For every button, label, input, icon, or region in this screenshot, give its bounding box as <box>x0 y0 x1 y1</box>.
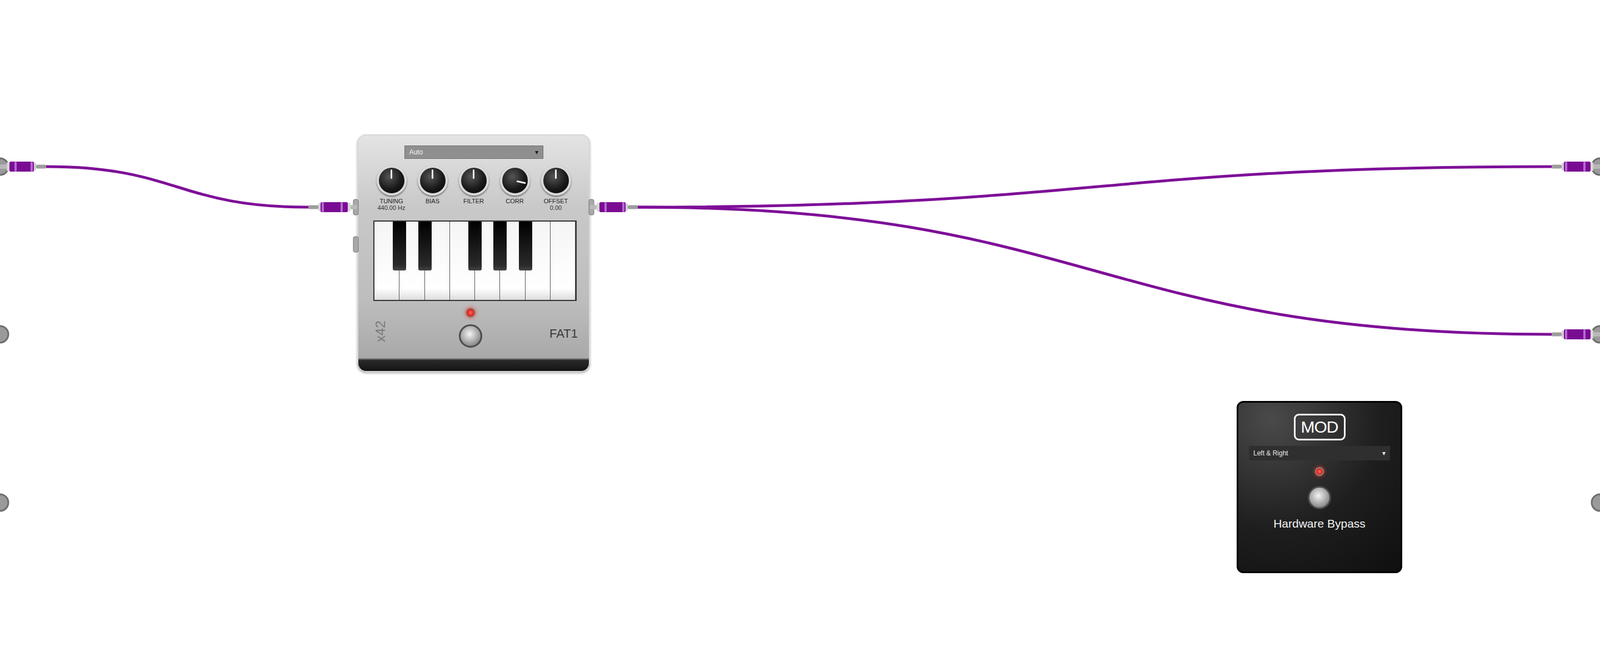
input-jack-icon[interactable] <box>0 326 9 343</box>
white-key[interactable] <box>550 221 576 300</box>
cable-plug-icon[interactable] <box>1551 161 1600 172</box>
output-jack-icon[interactable] <box>1591 494 1600 512</box>
black-key[interactable] <box>493 221 507 271</box>
black-key[interactable] <box>518 221 533 271</box>
cable-plug-icon[interactable] <box>308 202 358 213</box>
pedalboard-canvas: Auto▾ TUNING440.00 Hz BIAS FILTER CORR OFFSET… <box>0 0 1600 672</box>
knob-control[interactable]: FILTER <box>457 165 490 212</box>
knob-icon[interactable] <box>417 165 448 196</box>
output-jack-icon[interactable] <box>1591 326 1600 343</box>
black-key[interactable] <box>392 221 407 271</box>
knob-label: BIAS <box>425 197 440 205</box>
knob-row: TUNING440.00 Hz BIAS FILTER CORR OFFSET0.00 <box>375 165 573 212</box>
knob-control[interactable]: OFFSET0.00 <box>540 165 573 212</box>
cable[interactable] <box>637 166 1552 208</box>
cable[interactable] <box>46 166 309 208</box>
mod-logo: MOD <box>1293 413 1346 441</box>
knob-icon[interactable] <box>458 165 489 196</box>
bypass-label: Hardware Bypass <box>1273 517 1366 531</box>
cable-plug-icon[interactable] <box>1551 329 1600 340</box>
dropdown-arrow-icon: ▾ <box>1382 449 1386 458</box>
pedal-footer: x42 FAT1 <box>357 304 590 360</box>
output-jack-icon[interactable] <box>1591 158 1600 175</box>
input-jack-icon[interactable] <box>0 494 9 512</box>
knob-icon[interactable] <box>376 165 407 196</box>
plugin-name: FAT1 <box>549 326 578 342</box>
preset-dropdown[interactable]: Auto▾ <box>404 145 544 159</box>
fat1-pedal[interactable]: Auto▾ TUNING440.00 Hz BIAS FILTER CORR OFFSET… <box>357 134 590 373</box>
hardware-bypass-pedal[interactable]: MOD Left & Right▾ Hardware Bypass <box>1236 401 1403 574</box>
knob-reading: 440.00 Hz <box>377 204 405 212</box>
cable-plug-icon[interactable] <box>590 202 638 213</box>
knob-icon[interactable] <box>541 165 572 196</box>
knob-reading: 0.00 <box>550 204 562 212</box>
black-key[interactable] <box>468 221 482 271</box>
status-led-icon <box>1315 467 1324 477</box>
brand-label: x42 <box>372 320 389 343</box>
dropdown-arrow-icon: ▾ <box>535 148 539 157</box>
footswitch-button[interactable] <box>1307 486 1332 510</box>
cable-plug-icon[interactable] <box>0 161 47 172</box>
knob-control[interactable]: CORR <box>498 165 532 212</box>
black-key[interactable] <box>418 221 432 271</box>
cable[interactable] <box>637 207 1552 335</box>
knob-control[interactable]: TUNING440.00 Hz <box>375 165 408 212</box>
knob-label: OFFSET <box>543 197 568 205</box>
status-led-icon <box>465 307 476 318</box>
footswitch-button[interactable] <box>458 324 483 348</box>
input-jack-icon[interactable] <box>0 158 9 175</box>
knob-label: TUNING <box>379 197 403 205</box>
bypass-mode-dropdown[interactable]: Left & Right▾ <box>1248 446 1390 461</box>
knob-icon[interactable] <box>500 165 530 196</box>
piano-keyboard[interactable] <box>373 220 577 302</box>
knob-control[interactable]: BIAS <box>416 165 449 212</box>
knob-label: FILTER <box>463 197 484 205</box>
knob-label: CORR <box>505 197 524 205</box>
